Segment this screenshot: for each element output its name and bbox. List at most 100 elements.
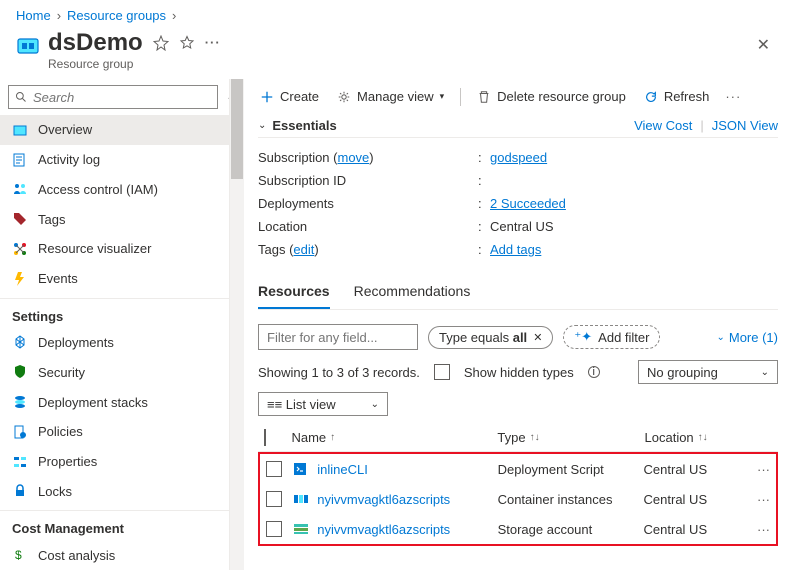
scrollbar-thumb[interactable] [231,79,243,179]
chevron-down-icon: ⌄ [371,399,379,410]
breadcrumb-resource-groups[interactable]: Resource groups [67,8,166,23]
info-icon[interactable]: i [588,366,600,378]
row-actions-icon[interactable]: ··· [741,492,770,507]
grouping-select[interactable]: No grouping⌄ [638,360,778,384]
nav-security[interactable]: Security [0,357,229,387]
resource-link[interactable]: nyivvmvagktl6azscripts [317,492,450,507]
tab-recommendations[interactable]: Recommendations [354,275,471,309]
row-actions-icon[interactable]: ··· [741,522,770,537]
sidebar-search[interactable] [8,85,218,109]
nav-activity-log[interactable]: Activity log [0,145,229,175]
btn-label: Refresh [664,89,710,104]
pin-icon[interactable] [153,35,169,51]
table-header: Name ↑ Type ↑↓ Location ↑↓ [258,424,778,452]
column-header-name[interactable]: Name ↑ [291,430,497,445]
column-header-location[interactable]: Location ↑↓ [645,430,743,445]
move-subscription-link[interactable]: move [338,150,370,165]
separator: | [700,118,703,133]
page-subtitle: Resource group [48,57,751,71]
nav-label: Locks [38,484,72,499]
separator [460,88,461,106]
essentials-panel: Subscription (move):godspeed Subscriptio… [258,138,778,271]
location-value: Central US [490,219,778,234]
sidebar-scrollbar[interactable] [230,79,244,570]
gear-icon [337,90,351,104]
show-hidden-checkbox[interactable] [434,364,450,380]
main-content: Create Manage view ▾ Delete resource grou… [244,79,792,570]
edit-tags-link[interactable]: edit [293,242,314,257]
breadcrumb: Home › Resource groups › [0,0,792,27]
filter-input[interactable] [258,324,418,350]
row-checkbox[interactable] [266,491,282,507]
view-cost-link[interactable]: View Cost [634,118,692,133]
sidebar: « Overview Activity log Access control (… [0,79,230,570]
chevron-down-icon: ⌄ [761,367,769,378]
close-icon[interactable]: ✕ [751,29,776,61]
list-view-select[interactable]: ≡≡ List view⌄ [258,392,388,416]
add-tags-link[interactable]: Add tags [490,242,541,257]
nav-label: Deployment stacks [38,395,148,410]
essentials-label: Deployments [258,196,478,211]
tabs: Resources Recommendations [258,275,778,310]
resource-link[interactable]: nyivvmvagktl6azscripts [317,522,450,537]
btn-label: Manage view [357,89,434,104]
nav-label: Tags [38,212,65,227]
resource-link[interactable]: inlineCLI [317,462,368,477]
show-hidden-label: Show hidden types [464,365,574,380]
nav-label: Events [38,271,78,286]
column-header-type[interactable]: Type ↑↓ [497,430,644,445]
nav-tags[interactable]: Tags [0,204,229,234]
essentials-header[interactable]: ⌄ Essentials View Cost | JSON View [258,112,778,138]
nav-group-settings: Settings [0,298,229,328]
nav-events[interactable]: Events [0,264,229,294]
nav-access-control[interactable]: Access control (IAM) [0,175,229,205]
nav-deployment-stacks[interactable]: Deployment stacks [0,387,229,417]
nav-deployments[interactable]: Deployments [0,328,229,358]
subscription-id-value [490,173,778,188]
remove-filter-icon[interactable]: ✕ [533,331,542,344]
nav-overview[interactable]: Overview [0,115,229,145]
row-checkbox[interactable] [266,521,282,537]
more-commands-icon[interactable]: ··· [725,89,741,104]
tab-resources[interactable]: Resources [258,275,330,309]
table-row[interactable]: inlineCLIDeployment ScriptCentral US··· [260,454,776,484]
select-all-checkbox[interactable] [264,429,266,446]
more-filters-link[interactable]: ⌄More (1) [716,330,778,345]
nav-resource-visualizer[interactable]: Resource visualizer [0,234,229,264]
resource-group-icon [16,33,40,57]
essentials-label: Subscription ID [258,173,478,188]
nav-properties[interactable]: Properties [0,447,229,477]
subscription-link[interactable]: godspeed [490,150,547,165]
deployments-link[interactable]: 2 Succeeded [490,196,566,211]
view-options-row: Showing 1 to 3 of 3 records. Show hidden… [258,358,778,392]
add-filter-button[interactable]: ⁺✦Add filter [563,325,660,349]
sort-up-icon: ↑ [330,432,335,443]
nav-locks[interactable]: Locks [0,476,229,506]
create-button[interactable]: Create [258,85,321,108]
resources-table: Name ↑ Type ↑↓ Location ↑↓ inlineCLI Depl… [258,424,778,546]
essentials-label: Tags (edit) [258,242,478,257]
resource-location: Central US [644,492,741,507]
filter-bar: Type equals all✕ ⁺✦Add filter ⌄More (1) [258,310,778,358]
delete-button[interactable]: Delete resource group [475,85,628,108]
row-actions-icon[interactable]: ··· [741,462,770,477]
refresh-button[interactable]: Refresh [642,85,712,108]
nav-cost-analysis[interactable]: $Cost analysis [0,540,229,570]
row-checkbox[interactable] [266,461,282,477]
type-filter-chip[interactable]: Type equals all✕ [428,326,553,349]
sort-icon: ↑↓ [698,432,708,443]
sidebar-search-input[interactable] [33,90,211,105]
chevron-down-icon: ▾ [440,91,445,102]
search-icon [15,91,27,103]
table-row[interactable]: nyivvmvagktl6azscriptsContainer instance… [260,484,776,514]
page-title: dsDemo [48,29,143,57]
star-icon[interactable] [179,35,195,51]
resource-type: Deployment Script [498,462,644,477]
manage-view-button[interactable]: Manage view ▾ [335,85,446,108]
nav-label: Properties [38,454,97,469]
breadcrumb-home[interactable]: Home [16,8,51,23]
more-icon[interactable]: ··· [205,35,221,51]
nav-policies[interactable]: Policies [0,417,229,447]
table-row[interactable]: nyivvmvagktl6azscriptsStorage accountCen… [260,514,776,544]
json-view-link[interactable]: JSON View [712,118,778,133]
